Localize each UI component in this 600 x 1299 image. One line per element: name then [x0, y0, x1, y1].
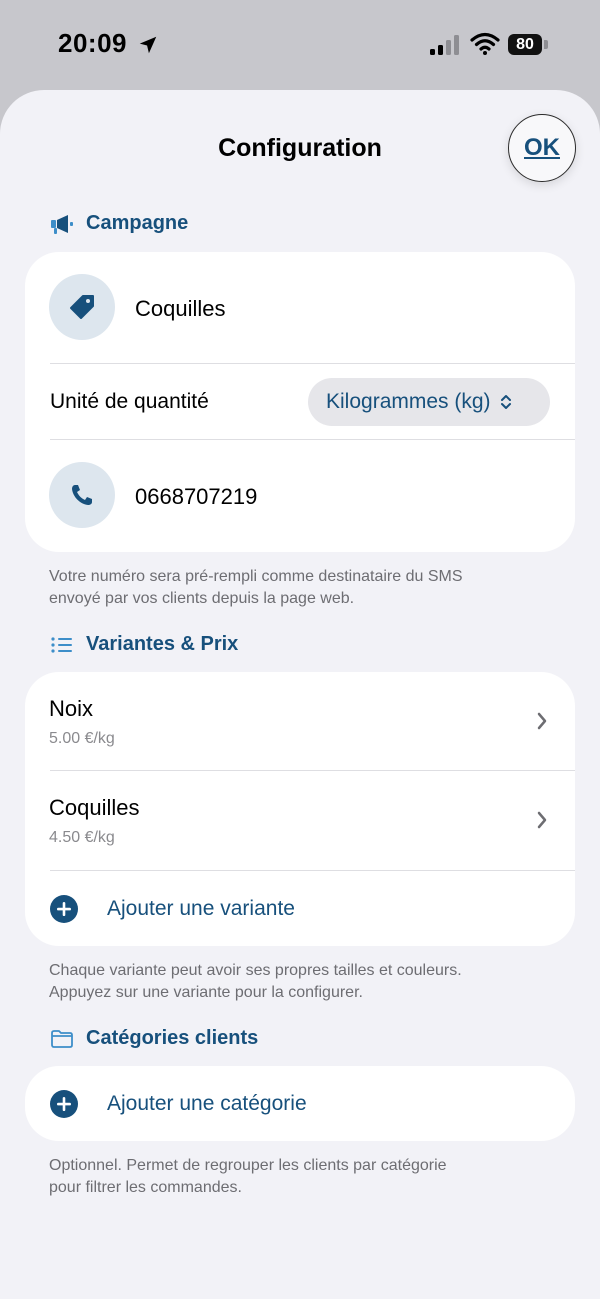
battery-icon: 80: [508, 34, 542, 55]
ok-button[interactable]: OK: [508, 114, 576, 182]
plus-circle-icon: [50, 895, 78, 923]
variant-price: 4.50 €/kg: [49, 829, 115, 846]
section-header-categories: Catégories clients: [50, 1027, 258, 1050]
section-title-variantes: Variantes & Prix: [86, 633, 239, 655]
campaign-name: Coquilles: [135, 296, 226, 321]
section-header-variantes: Variantes & Prix: [50, 633, 238, 656]
unit-picker-value: Kilogrammes (kg): [326, 390, 491, 413]
add-variant-button[interactable]: Ajouter une variante: [25, 871, 575, 946]
megaphone-icon: [51, 214, 73, 234]
wifi-icon: [470, 32, 500, 55]
campaign-card: Coquilles Unité de quantité Kilogrammes …: [25, 252, 575, 552]
phone-number: 0668707219: [135, 484, 258, 509]
variant-name: Coquilles: [49, 795, 140, 820]
variant-row[interactable]: Noix 5.00 €/kg: [25, 672, 575, 771]
phone-row[interactable]: 0668707219: [25, 440, 575, 552]
status-bar: 20:09 80: [0, 0, 600, 90]
folder-icon: [51, 1029, 73, 1048]
add-category-label: Ajouter une catégorie: [107, 1092, 307, 1115]
variants-card: Noix 5.00 €/kg Coquilles 4.50 €/kg Ajout…: [25, 672, 575, 946]
footnote-line: Appuyez sur une variante pour la configu…: [49, 984, 363, 1001]
phone-icon: [72, 485, 92, 505]
tag-icon-badge: [49, 274, 115, 340]
campaign-name-row[interactable]: Coquilles: [25, 252, 575, 364]
chevron-right-icon: [537, 811, 547, 829]
section-title-categories: Catégories clients: [86, 1027, 259, 1049]
unit-label: Unité de quantité: [50, 390, 209, 413]
location-arrow-icon: [139, 36, 157, 54]
status-time: 20:09: [58, 28, 127, 58]
variant-row[interactable]: Coquilles 4.50 €/kg: [25, 771, 575, 871]
footnote-line: Optionnel. Permet de regrouper les clien…: [49, 1157, 447, 1174]
tag-icon: [70, 295, 94, 319]
phone-icon-badge: [49, 462, 115, 528]
variant-price: 5.00 €/kg: [49, 730, 115, 747]
configuration-sheet: Configuration OK Campagne Coquilles Unit…: [0, 90, 600, 1299]
unit-row: Unité de quantité Kilogrammes (kg): [25, 364, 575, 439]
unit-picker[interactable]: Kilogrammes (kg): [308, 378, 550, 426]
variants-footnote: Chaque variante peut avoir ses propres t…: [49, 960, 559, 1004]
footnote-line: Chaque variante peut avoir ses propres t…: [49, 962, 462, 979]
categories-card: Ajouter une catégorie: [25, 1066, 575, 1141]
footnote-line: envoyé par vos clients depuis la page we…: [49, 590, 355, 607]
footnote-line: pour filtrer les commandes.: [49, 1179, 242, 1196]
battery-level: 80: [516, 35, 534, 53]
categories-footnote: Optionnel. Permet de regrouper les clien…: [49, 1155, 559, 1199]
section-header-campagne: Campagne: [50, 212, 188, 235]
cellular-signal-icon: [430, 35, 459, 55]
plus-circle-icon: [50, 1090, 78, 1118]
battery-tip: [544, 40, 548, 49]
footnote-line: Votre numéro sera pré-rempli comme desti…: [49, 568, 463, 585]
add-category-button[interactable]: Ajouter une catégorie: [25, 1066, 575, 1141]
section-title-campagne: Campagne: [86, 212, 189, 234]
chevron-right-icon: [537, 712, 547, 730]
campaign-footnote: Votre numéro sera pré-rempli comme desti…: [49, 566, 559, 610]
chevron-up-down-icon: [500, 395, 511, 409]
add-variant-label: Ajouter une variante: [107, 897, 295, 920]
variant-name: Noix: [49, 696, 94, 721]
list-icon: [51, 636, 72, 653]
